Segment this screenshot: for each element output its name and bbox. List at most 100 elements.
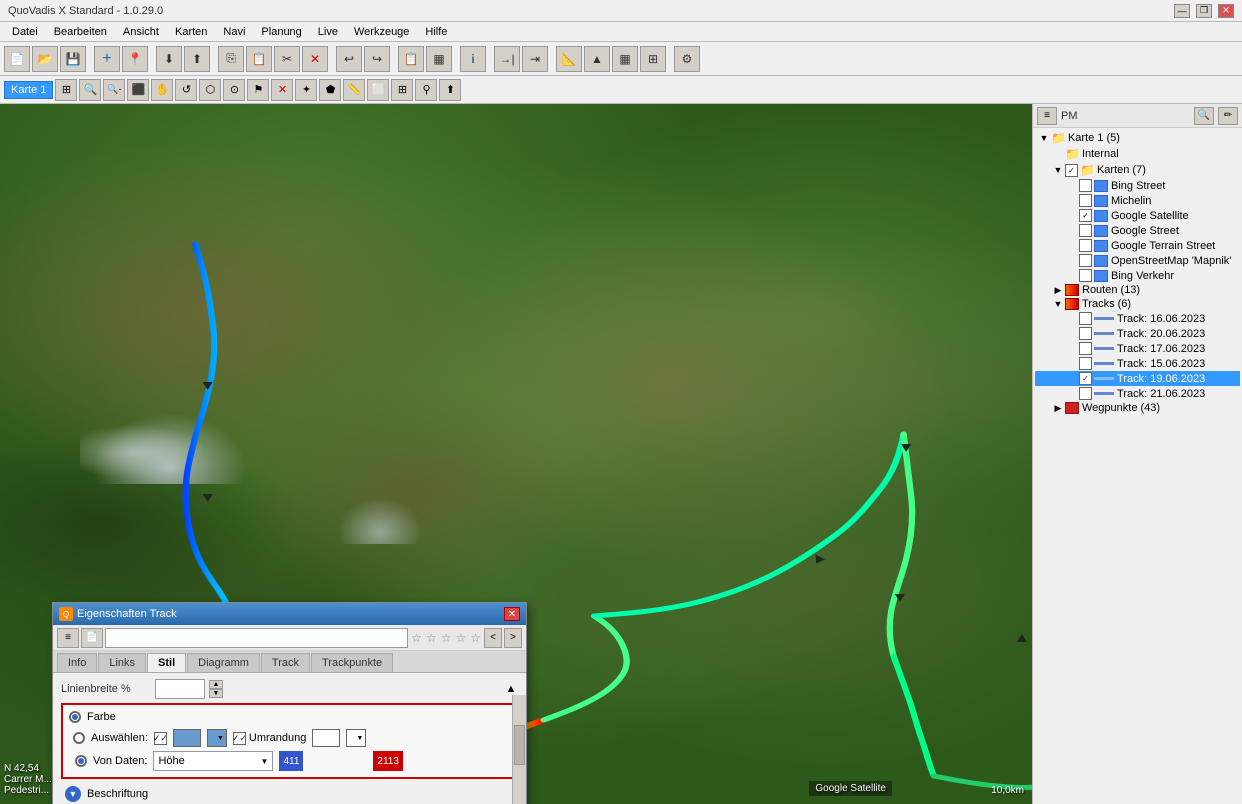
tree-item-karten[interactable]: ▼ ✓ 📁 Karten (7) (1035, 162, 1240, 178)
goto-button[interactable]: →| (494, 46, 520, 72)
tree-item-track-17[interactable]: Track: 17.06.2023 (1035, 341, 1240, 356)
track16-checkbox[interactable] (1079, 312, 1092, 325)
map-tab-button[interactable]: Karte 1 (4, 81, 53, 99)
rect-select-button[interactable]: ⬜ (367, 79, 389, 101)
menu-bearbeiten[interactable]: Bearbeiten (46, 24, 115, 40)
tree-item-osm[interactable]: OpenStreetMap 'Mapnik' (1035, 253, 1240, 268)
tab-links[interactable]: Links (98, 653, 146, 672)
link-button[interactable]: ⚲ (415, 79, 437, 101)
zoom-out-button[interactable]: 🔍- (103, 79, 125, 101)
tree-item-karte1[interactable]: ▼ 📁 Karte 1 (5) (1035, 130, 1240, 146)
beschriftung-expand-button[interactable]: ▼ (65, 786, 81, 802)
properties-button[interactable]: 📋 (398, 46, 424, 72)
close-button[interactable]: ✕ (1218, 4, 1234, 18)
tree-item-google-satellite[interactable]: ✓ Google Satellite (1035, 208, 1240, 223)
zoom-extent-button[interactable]: ⊞ (55, 79, 77, 101)
track17-checkbox[interactable] (1079, 342, 1092, 355)
star1-button[interactable]: ☆ (411, 631, 422, 645)
track15-checkbox[interactable] (1079, 357, 1092, 370)
track-name-input[interactable]: Track: 19.06.2023 (105, 628, 408, 648)
star3-button[interactable]: ☆ (441, 631, 452, 645)
star4-button[interactable]: ☆ (455, 631, 466, 645)
panel-menu-button[interactable]: ≡ (1037, 107, 1057, 125)
panel-edit-button[interactable]: ✏ (1218, 107, 1238, 125)
auswahlen-checkbox[interactable]: ✓ (154, 732, 167, 745)
star2-button[interactable]: ☆ (426, 631, 437, 645)
farbe-radio-button[interactable] (69, 711, 81, 723)
track-button[interactable]: 📐 (556, 46, 582, 72)
tree-item-track-21[interactable]: Track: 21.06.2023 (1035, 386, 1240, 401)
expand-tracks-icon[interactable]: ▼ (1051, 299, 1065, 309)
lasso-button[interactable]: ⊙ (223, 79, 245, 101)
add-button[interactable]: + (94, 46, 120, 72)
menu-hilfe[interactable]: Hilfe (417, 24, 455, 40)
tree-item-track-16[interactable]: Track: 16.06.2023 (1035, 311, 1240, 326)
menu-werkzeuge[interactable]: Werkzeuge (346, 24, 417, 40)
tab-track[interactable]: Track (261, 653, 310, 672)
track21-checkbox[interactable] (1079, 387, 1092, 400)
tab-trackpunkte[interactable]: Trackpunkte (311, 653, 393, 672)
auswahlen-radio-button[interactable] (73, 732, 85, 744)
gradient-container[interactable]: 411 2113 (279, 751, 402, 771)
menu-karten[interactable]: Karten (167, 24, 215, 40)
tree-item-routen[interactable]: ▶ Routen (13) (1035, 283, 1240, 297)
delete-button[interactable]: ✕ (302, 46, 328, 72)
track20-checkbox[interactable] (1079, 327, 1092, 340)
michelin-checkbox[interactable] (1079, 194, 1092, 207)
google-satellite-checkbox[interactable]: ✓ (1079, 209, 1092, 222)
filter-button[interactable]: ▦ (426, 46, 452, 72)
tree-item-google-terrain[interactable]: Google Terrain Street (1035, 238, 1240, 253)
bing-street-checkbox[interactable] (1079, 179, 1092, 192)
menu-planung[interactable]: Planung (253, 24, 309, 40)
von-daten-dropdown[interactable]: Höhe ▼ (153, 751, 273, 771)
ruler-button[interactable]: 📏 (343, 79, 365, 101)
flag-button[interactable]: ⚑ (247, 79, 269, 101)
compass-button[interactable]: ✦ (295, 79, 317, 101)
panel-search-button[interactable]: 🔍 (1194, 107, 1214, 125)
tree-item-wegpunkte[interactable]: ▶ Wegpunkte (43) (1035, 401, 1240, 415)
section-collapse-button[interactable]: ▲ (504, 682, 518, 696)
tree-item-track-20[interactable]: Track: 20.06.2023 (1035, 326, 1240, 341)
tree-item-track-19[interactable]: ✓ Track: 19.06.2023 (1035, 371, 1240, 386)
import-button[interactable]: ⬇ (156, 46, 182, 72)
settings-button[interactable]: ⚙ (674, 46, 700, 72)
info-button[interactable]: i (460, 46, 486, 72)
paste-button[interactable]: 📋 (246, 46, 272, 72)
redo-button[interactable]: ↪ (364, 46, 390, 72)
save-button[interactable]: 💾 (60, 46, 86, 72)
open-button[interactable]: 📂 (32, 46, 58, 72)
spin-up-button[interactable]: ▲ (209, 680, 223, 689)
menu-datei[interactable]: Datei (4, 24, 46, 40)
waypoint-button[interactable]: ▲ (584, 46, 610, 72)
expand-karten-icon[interactable]: ▼ (1051, 165, 1065, 175)
tab-diagramm[interactable]: Diagramm (187, 653, 260, 672)
umrandung-checkbox[interactable]: ✓ (233, 732, 246, 745)
nav-next-button[interactable]: > (504, 628, 522, 648)
polygon-button[interactable]: ⬟ (319, 79, 341, 101)
tree-item-internal[interactable]: 📁 Internal (1035, 146, 1240, 162)
undo-button[interactable]: ↩ (336, 46, 362, 72)
dialog-scrollbar[interactable] (512, 695, 526, 804)
track19-checkbox[interactable]: ✓ (1079, 372, 1092, 385)
tree-item-bing-street[interactable]: Bing Street (1035, 178, 1240, 193)
spin-down-button[interactable]: ▼ (209, 689, 223, 698)
nav-prev-button[interactable]: < (484, 628, 502, 648)
star5-button[interactable]: ☆ (470, 631, 481, 645)
tree-item-tracks[interactable]: ▼ Tracks (6) (1035, 297, 1240, 311)
google-terrain-checkbox[interactable] (1079, 239, 1092, 252)
grid2-button[interactable]: ⊞ (391, 79, 413, 101)
linienbreite-input[interactable]: 100 (155, 679, 205, 699)
zoom-in-button[interactable]: 🔍 (79, 79, 101, 101)
scroll-thumb[interactable] (514, 725, 525, 765)
von-daten-radio-button[interactable] (75, 755, 87, 767)
auswahlen-color-swatch[interactable] (173, 729, 201, 747)
bing-verkehr-checkbox[interactable] (1079, 269, 1092, 282)
menu-live[interactable]: Live (310, 24, 346, 40)
checkerboard-button[interactable]: ⊞ (640, 46, 666, 72)
tree-item-michelin[interactable]: Michelin (1035, 193, 1240, 208)
tree-item-google-street[interactable]: Google Street (1035, 223, 1240, 238)
delete-map-button[interactable]: ✕ (271, 79, 293, 101)
menu-navi[interactable]: Navi (215, 24, 253, 40)
rotate-left-button[interactable]: ↺ (175, 79, 197, 101)
menu-ansicht[interactable]: Ansicht (115, 24, 167, 40)
